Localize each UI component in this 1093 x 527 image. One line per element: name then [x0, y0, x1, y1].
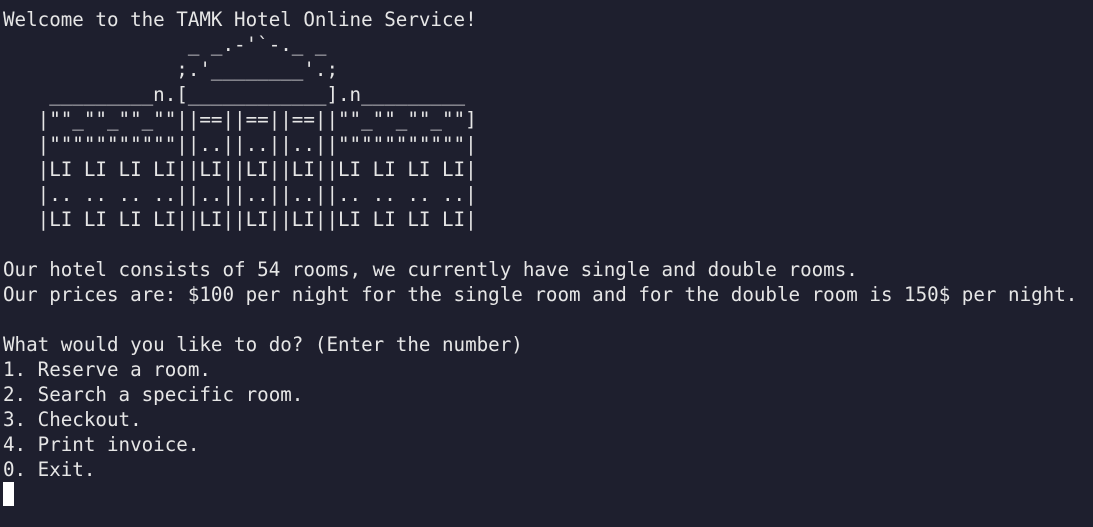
terminal-window[interactable]: Welcome to the TAMK Hotel Online Service…	[0, 0, 1093, 527]
menu-prompt: What would you like to do? (Enter the nu…	[3, 333, 523, 356]
text-cursor	[3, 482, 14, 506]
ascii-art-line: |LI LI LI LI||LI||LI||LI||LI LI LI LI|	[3, 158, 477, 181]
ascii-art-line: _ _.-'`-._ _	[3, 33, 327, 56]
ascii-art-line: |"""""""""""||..||..||..||"""""""""""|	[3, 133, 477, 156]
input-line[interactable]	[3, 482, 1093, 507]
ascii-art-line: ;.'________'.;	[3, 58, 339, 81]
ascii-art-line: _________n.[____________].n_________	[3, 83, 466, 106]
ascii-art-line: |.. .. .. ..||..||..||..||.. .. .. ..|	[3, 183, 477, 206]
menu-option-checkout: 3. Checkout.	[3, 408, 142, 431]
hotel-ascii-art: _ _.-'`-._ _ ;.'________'.; _________n.[…	[3, 32, 1093, 232]
hotel-info-rooms: Our hotel consists of 54 rooms, we curre…	[3, 258, 858, 281]
welcome-text: Welcome to the TAMK Hotel Online Service…	[3, 8, 477, 31]
menu-option-reserve: 1. Reserve a room.	[3, 358, 211, 381]
menu-option-exit: 0. Exit.	[3, 458, 96, 481]
ascii-art-line: |""_""_""_""||==||==||==||""_""_""_""]	[3, 108, 477, 131]
ascii-art-line: |LI LI LI LI||LI||LI||LI||LI LI LI LI|	[3, 208, 477, 231]
menu-option-invoice: 4. Print invoice.	[3, 433, 200, 456]
hotel-info-prices: Our prices are: $100 per night for the s…	[3, 283, 1078, 306]
menu-option-search: 2. Search a specific room.	[3, 383, 304, 406]
